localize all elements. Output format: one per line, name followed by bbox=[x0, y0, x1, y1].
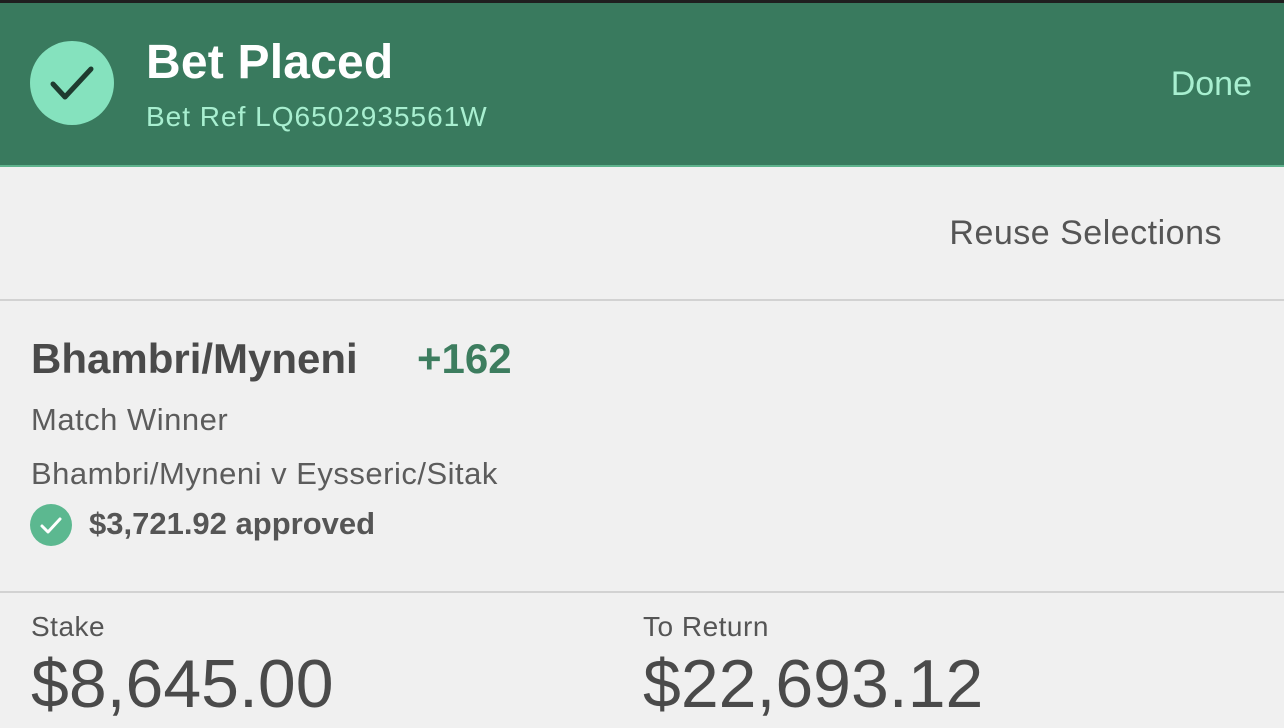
success-check-icon bbox=[30, 41, 114, 125]
done-button[interactable]: Done bbox=[1171, 65, 1252, 104]
to-return-label: To Return bbox=[643, 611, 769, 642]
reuse-row: Reuse Selections bbox=[0, 167, 1284, 299]
stake-label: Stake bbox=[31, 611, 106, 642]
reuse-selections-button[interactable]: Reuse Selections bbox=[949, 214, 1222, 253]
approved-check-icon bbox=[30, 504, 72, 546]
approved-amount: $3,721.92 approved bbox=[89, 506, 376, 541]
to-return-value: $22,693.12 bbox=[643, 646, 984, 722]
selection-odds: +162 bbox=[417, 335, 512, 382]
stake-value: $8,645.00 bbox=[31, 646, 334, 722]
page-title: Bet Placed bbox=[146, 36, 394, 89]
selection-card: Bhambri/Myneni +162 Match Winner Bhambri… bbox=[0, 301, 1284, 591]
totals-section: Stake $8,645.00 To Return $22,693.12 bbox=[0, 593, 1284, 728]
bet-receipt-screen: Bet Placed Bet Ref LQ6502935561W Done Re… bbox=[0, 0, 1284, 728]
bet-reference: Bet Ref LQ6502935561W bbox=[146, 101, 488, 132]
selection-name: Bhambri/Myneni bbox=[31, 335, 358, 382]
event-name: Bhambri/Myneni v Eysseric/Sitak bbox=[31, 456, 498, 491]
market-name: Match Winner bbox=[31, 402, 229, 437]
bet-placed-header: Bet Placed Bet Ref LQ6502935561W Done bbox=[0, 3, 1284, 167]
